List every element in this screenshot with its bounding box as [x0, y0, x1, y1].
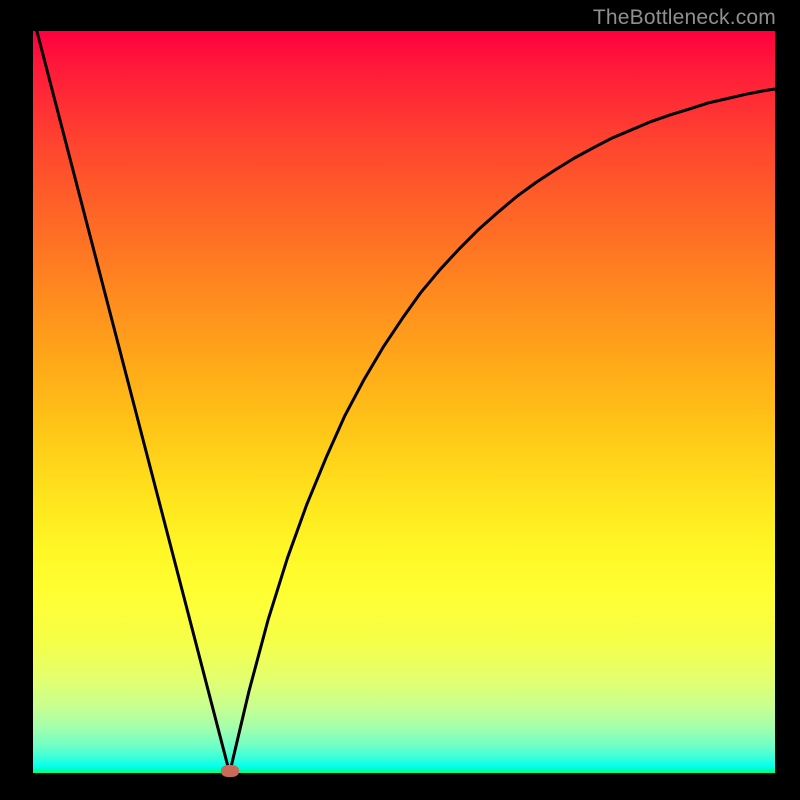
plot-area — [33, 31, 775, 773]
chart-svg — [33, 31, 775, 773]
curve-left-branch — [33, 31, 230, 773]
curve-right-branch — [230, 84, 775, 773]
attribution-label: TheBottleneck.com — [593, 6, 776, 30]
chart-stage: TheBottleneck.com — [0, 0, 800, 800]
minimum-marker — [221, 765, 239, 777]
